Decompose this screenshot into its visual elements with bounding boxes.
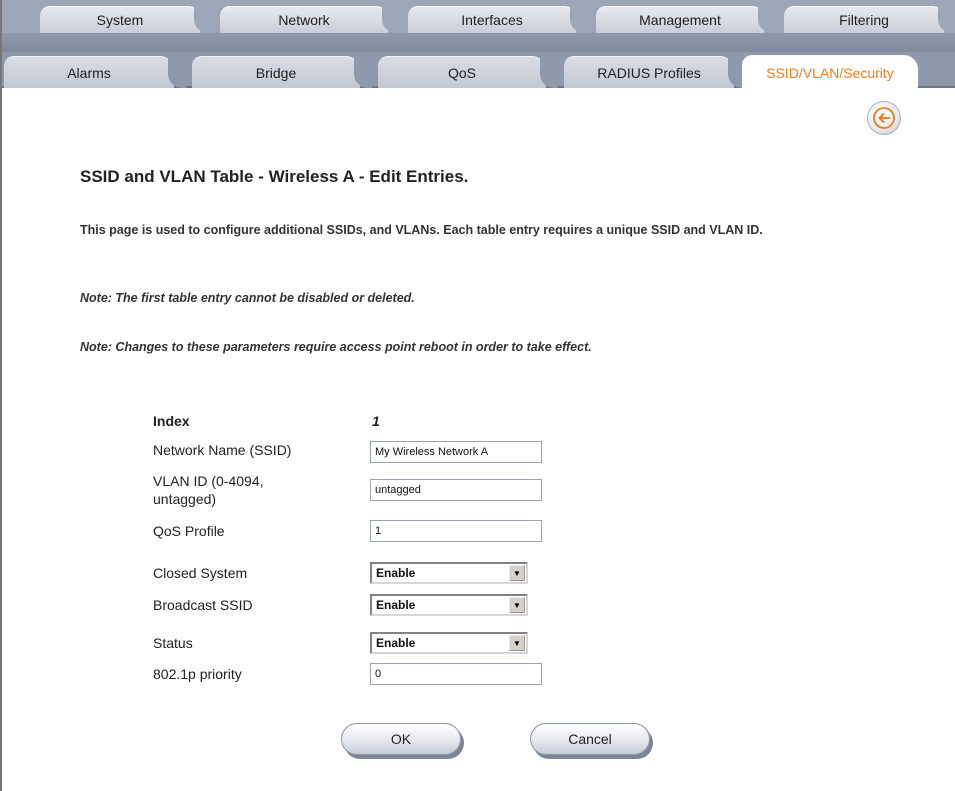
tab-alarms[interactable]: Alarms [4, 56, 186, 88]
page-description: This page is used to configure additiona… [80, 223, 763, 237]
note-reboot: Note: Changes to these parameters requir… [80, 340, 592, 354]
chevron-down-icon[interactable]: ▼ [509, 565, 525, 581]
tab-management[interactable]: Management [596, 6, 776, 33]
ssid-input[interactable] [370, 441, 542, 463]
tab-radius-profiles[interactable]: RADIUS Profiles [564, 56, 746, 88]
broadcast-ssid-label: Broadcast SSID [153, 597, 253, 613]
broadcast-ssid-select[interactable]: Enable ▼ [370, 594, 528, 616]
vlan-id-label: VLAN ID (0-4094, untagged) [153, 473, 264, 507]
tab-bar-bottom: Alarms Bridge QoS RADIUS Profiles SSID/V… [2, 52, 955, 89]
tab-filtering[interactable]: Filtering [784, 6, 955, 33]
qos-profile-input[interactable] [370, 520, 542, 542]
index-value: 1 [372, 413, 380, 429]
tab-strip-separator [2, 33, 955, 52]
status-select[interactable]: Enable ▼ [370, 632, 528, 654]
tab-bar-top: System Network Interfaces Management Fil… [2, 0, 955, 33]
tab-interfaces[interactable]: Interfaces [408, 6, 588, 33]
tab-ssid-vlan-security[interactable]: SSID/VLAN/Security [742, 55, 918, 89]
priority-input[interactable] [370, 663, 542, 685]
priority-label: 802.1p priority [153, 666, 242, 682]
tab-network[interactable]: Network [220, 6, 400, 33]
status-label: Status [153, 635, 193, 651]
qos-profile-label: QoS Profile [153, 523, 225, 539]
chevron-down-icon[interactable]: ▼ [509, 597, 525, 613]
back-arrow-icon [873, 107, 895, 129]
ok-button[interactable]: OK [341, 723, 461, 755]
cancel-button[interactable]: Cancel [530, 723, 650, 755]
closed-system-label: Closed System [153, 565, 248, 581]
tab-bridge[interactable]: Bridge [192, 56, 372, 88]
ssid-label: Network Name (SSID) [153, 442, 292, 458]
tab-qos[interactable]: QoS [378, 56, 558, 88]
closed-system-select[interactable]: Enable ▼ [370, 562, 528, 584]
chevron-down-icon[interactable]: ▼ [509, 635, 525, 651]
note-first-entry: Note: The first table entry cannot be di… [80, 291, 415, 305]
index-label: Index [153, 413, 190, 429]
page-title: SSID and VLAN Table - Wireless A - Edit … [80, 167, 469, 186]
vlan-id-input[interactable] [370, 479, 542, 501]
back-button[interactable] [867, 101, 901, 135]
page-left-border [0, 0, 2, 791]
tab-system[interactable]: System [40, 6, 212, 33]
